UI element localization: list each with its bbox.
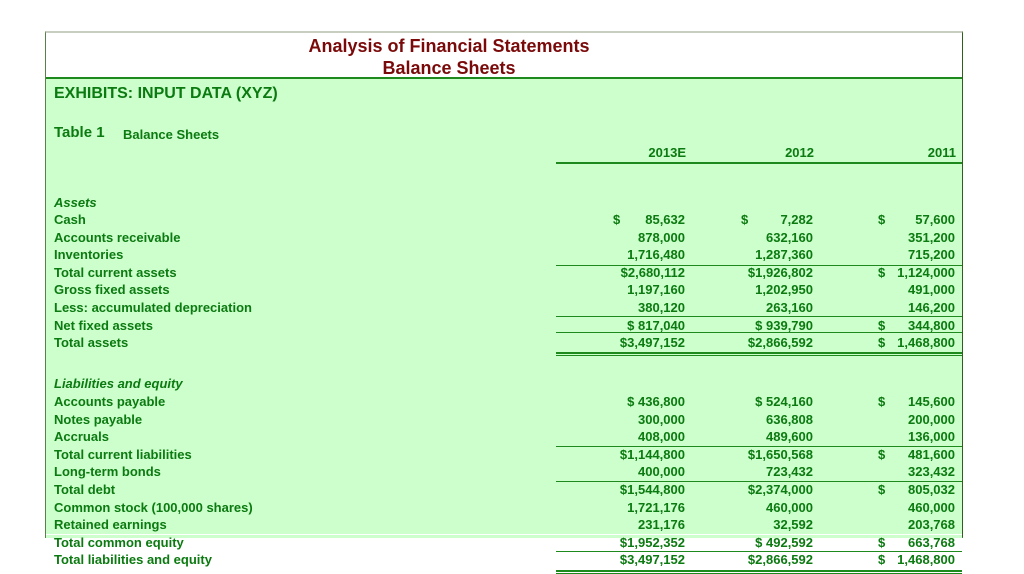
currency-sign: $ xyxy=(878,552,886,568)
cell-value: $2,866,592 xyxy=(747,335,813,351)
cell-value: 200,000 xyxy=(908,411,955,427)
cell-value: $1,650,568 xyxy=(747,446,813,462)
row-label: Less: accumulated depreciation xyxy=(54,300,252,315)
row-label: Total common equity xyxy=(54,534,184,550)
row-label: Accruals xyxy=(54,429,109,445)
cell-value: $ 524,160 xyxy=(755,394,813,409)
cell-value: $2,866,592 xyxy=(747,552,813,568)
cell-value: $1,926,802 xyxy=(747,264,813,280)
currency-sign: $ xyxy=(878,534,886,550)
cell-value: 7,282 xyxy=(780,212,813,227)
cell-value: 636,808 xyxy=(766,411,813,427)
row-label: Common stock (100,000 shares) xyxy=(54,499,253,515)
cell-value: 203,768 xyxy=(908,517,955,533)
row-label: Inventories xyxy=(54,247,124,263)
row-label: Long-term bonds xyxy=(54,464,161,480)
data-area: EXHIBITS: INPUT DATA (XYZ) Table 1 Balan… xyxy=(46,79,962,574)
title-area: Analysis of Financial Statements Balance… xyxy=(46,33,962,79)
cell-value: $2,374,000 xyxy=(747,482,813,497)
currency-sign: $ xyxy=(878,394,886,409)
balance-sheet-exhibit: Analysis of Financial Statements Balance… xyxy=(45,31,963,574)
rule-line xyxy=(556,265,962,266)
rule-line xyxy=(556,352,962,354)
cell-value: 136,000 xyxy=(908,429,955,445)
cell-value: 460,000 xyxy=(908,499,955,515)
cell-value: 632,160 xyxy=(766,229,813,245)
row-label: Cash xyxy=(54,212,86,227)
currency-sign: $ xyxy=(878,446,886,462)
row-label: Accounts payable xyxy=(54,394,166,409)
cell-value: 351,200 xyxy=(908,229,955,245)
cell-value: 263,160 xyxy=(766,300,813,315)
row-label: Total liabilities and equity xyxy=(54,552,212,568)
currency-sign: $ xyxy=(878,317,886,333)
report-subtitle: Balance Sheets xyxy=(382,58,516,78)
exhibit-heading: EXHIBITS: INPUT DATA (XYZ) xyxy=(54,85,278,102)
column-header-2012: 2012 xyxy=(785,145,814,160)
cell-value: 1,202,950 xyxy=(755,282,813,298)
rule-line xyxy=(556,355,962,356)
header-rule xyxy=(556,162,962,164)
cell-value: 323,432 xyxy=(908,464,955,480)
cell-value: 146,200 xyxy=(908,300,955,315)
cell-value: 489,600 xyxy=(766,429,813,445)
row-label: Accounts receivable xyxy=(54,229,181,245)
currency-sign: $ xyxy=(613,212,621,227)
row-label: Total debt xyxy=(54,482,116,497)
row-label: Total assets xyxy=(54,335,129,351)
rule-line xyxy=(46,534,962,535)
rule-line xyxy=(556,446,962,447)
currency-sign: $ xyxy=(878,264,886,280)
row-label: Total current assets xyxy=(54,264,177,280)
rule-line xyxy=(556,316,962,317)
cell-value: $ 939,790 xyxy=(755,317,813,333)
currency-sign: $ xyxy=(878,212,886,227)
rule-line xyxy=(556,481,962,482)
row-label: Net fixed assets xyxy=(54,317,153,333)
row-label: Notes payable xyxy=(54,411,143,427)
assets-heading: Assets xyxy=(54,195,97,210)
table-label: Table 1 xyxy=(54,124,105,141)
liabilities-heading: Liabilities and equity xyxy=(54,376,183,391)
cell-value: 723,432 xyxy=(766,464,813,480)
cell-value: $ 492,592 xyxy=(755,534,813,550)
report-title: Analysis of Financial Statements xyxy=(308,36,590,56)
currency-sign: $ xyxy=(878,482,886,497)
cell-value: 460,000 xyxy=(766,499,813,515)
column-header-2011: 2011 xyxy=(927,145,956,160)
cell-value: 32,592 xyxy=(773,517,813,533)
currency-sign: $ xyxy=(741,212,749,227)
row-label: Gross fixed assets xyxy=(54,282,170,298)
table-caption: Balance Sheets xyxy=(123,127,220,142)
rule-line xyxy=(556,551,962,552)
cell-value: 491,000 xyxy=(908,282,955,298)
rule-line xyxy=(556,332,962,333)
cell-value: 715,200 xyxy=(908,247,955,263)
currency-sign: $ xyxy=(878,335,886,351)
row-label: Retained earnings xyxy=(54,517,167,533)
row-label: Total current liabilities xyxy=(54,446,192,462)
cell-value: 1,287,360 xyxy=(755,247,813,263)
